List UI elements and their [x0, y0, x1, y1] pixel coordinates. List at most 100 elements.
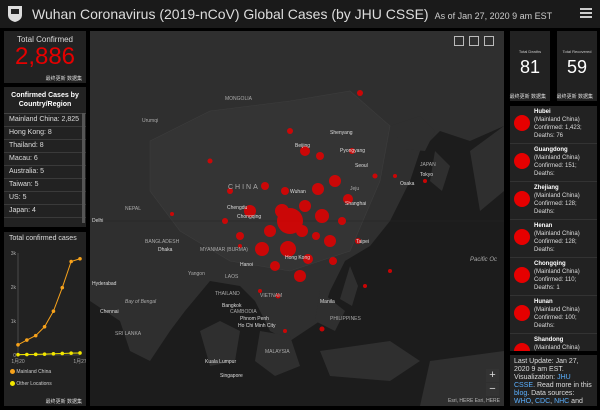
province-deaths: Deaths: 1	[534, 285, 560, 291]
province-item[interactable]: Henan (Mainland China) Confirmed: 128; D…	[510, 220, 597, 258]
legend-item-mainland: Mainland China	[10, 369, 51, 375]
data-point[interactable]	[60, 351, 65, 356]
province-region: (Mainland China)	[534, 117, 580, 123]
total-panel-links[interactable]: 最终更新 数据集	[46, 75, 82, 82]
province-name: Henan	[534, 223, 553, 229]
data-point[interactable]	[42, 352, 47, 356]
nhc-link[interactable]: NHC	[554, 398, 569, 405]
province-text: Chongqing (Mainland China) Confirmed: 11…	[534, 260, 594, 292]
province-confirmed: Confirmed: 151;	[534, 163, 577, 169]
chart-title: Total confirmed cases	[9, 235, 77, 242]
deaths-panel-links[interactable]: 最终更新 数据集	[510, 93, 546, 100]
data-point[interactable]	[33, 333, 38, 338]
zoom-out-button[interactable]: −	[486, 383, 499, 396]
province-region: (Mainland China)	[534, 193, 580, 199]
province-deaths: Deaths: 76	[534, 133, 564, 139]
x-tick-label: 1月27	[73, 359, 86, 365]
basemap-grid-icon[interactable]	[484, 36, 494, 46]
data-point[interactable]	[78, 256, 82, 261]
province-item[interactable]: Guangdong (Mainland China) Confirmed: 15…	[510, 144, 597, 182]
case-dot-icon	[514, 191, 530, 207]
total-deaths-panel: Total Deaths 81 最终更新 数据集	[510, 31, 550, 101]
province-region: (Mainland China)	[534, 231, 580, 237]
bookmark-icon[interactable]	[454, 36, 464, 46]
province-text: Hubei (Mainland China) Confirmed: 1,423;…	[534, 108, 594, 140]
province-text: Hunan (Mainland China) Confirmed: 100; D…	[534, 298, 594, 330]
case-dot-icon	[514, 115, 530, 131]
data-point[interactable]	[78, 351, 82, 355]
province-item[interactable]: Zhejiang (Mainland China) Confirmed: 128…	[510, 182, 597, 220]
as-of-date: As of Jan 27, 2020 9 am EST	[434, 10, 553, 21]
data-point[interactable]	[16, 352, 20, 357]
and-text: and	[569, 398, 583, 405]
legend-label: Other Locations	[16, 381, 52, 387]
blog-link[interactable]: blog	[514, 390, 527, 397]
province-item[interactable]: Hubei (Mainland China) Confirmed: 1,423;…	[510, 106, 597, 144]
region-row[interactable]: Mainland China: 2,825	[4, 114, 86, 127]
province-text: Shandong (Mainland China)	[534, 336, 594, 351]
region-row[interactable]: Thailand: 8	[4, 140, 86, 153]
legend-dot-icon	[10, 369, 15, 375]
case-dot-icon	[514, 229, 530, 245]
y-tick-label: 2k	[11, 285, 17, 291]
province-item[interactable]: Hunan (Mainland China) Confirmed: 100; D…	[510, 296, 597, 334]
data-point[interactable]	[33, 352, 38, 357]
confirmed-chart-panel: Total confirmed cases 0 1k 2k 3k 1月20 1月27 Ma…	[4, 232, 87, 406]
data-point[interactable]	[16, 343, 20, 347]
data-point[interactable]	[51, 309, 56, 313]
world-map[interactable]: MONGOLIA Urumqi Beijing Shenyang Pyongya…	[90, 31, 504, 406]
province-item[interactable]: Shandong (Mainland China)	[510, 334, 597, 351]
province-text: Henan (Mainland China) Confirmed: 128; D…	[534, 222, 594, 254]
list-icon[interactable]	[469, 36, 479, 46]
data-point[interactable]	[25, 352, 29, 357]
jhu-shield-icon	[8, 6, 22, 22]
region-row[interactable]: Australia: 5	[4, 166, 86, 179]
data-point[interactable]	[69, 259, 73, 264]
region-row[interactable]: Taiwan: 5	[4, 179, 86, 192]
region-row[interactable]: Macau: 6	[4, 153, 86, 166]
data-point[interactable]	[69, 351, 73, 355]
case-dot-icon	[514, 305, 530, 321]
data-point[interactable]	[42, 324, 47, 329]
who-link[interactable]: WHO	[514, 398, 531, 405]
region-row[interactable]: US: 5	[4, 192, 86, 205]
visualization-label: Visualization:	[514, 374, 558, 381]
province-deaths: Deaths:	[534, 209, 555, 215]
series-line	[17, 258, 81, 346]
province-deaths: Deaths:	[534, 323, 555, 329]
region-list-scrollbar[interactable]	[82, 113, 85, 223]
province-confirmed: Confirmed: 1,423;	[534, 125, 582, 131]
cdc-link[interactable]: CDC	[535, 398, 550, 405]
read-more-text: . Read more in this	[533, 382, 592, 389]
province-region: (Mainland China)	[534, 155, 580, 161]
province-confirmed: Confirmed: 110;	[534, 277, 577, 283]
province-confirmed: Confirmed: 100;	[534, 315, 577, 321]
total-recovered-label: Total Recovered	[562, 49, 592, 54]
province-name: Chongqing	[534, 261, 566, 267]
region-row[interactable]: Hong Kong: 8	[4, 127, 86, 140]
province-name: Hubei	[534, 109, 551, 115]
province-region: (Mainland China)	[534, 307, 580, 313]
data-point[interactable]	[25, 338, 29, 342]
total-confirmed-panel: Total Confirmed 2,886 最终更新 数据集	[4, 31, 86, 83]
data-point[interactable]	[51, 352, 56, 356]
province-region: (Mainland China)	[534, 269, 580, 275]
confirmed-cases-chart: 01k2k3k1月20 1月27	[11, 251, 87, 365]
recovered-panel-links[interactable]: 最终更新 数据集	[557, 93, 593, 100]
province-deaths: Deaths:	[534, 247, 555, 253]
province-list: Hubei (Mainland China) Confirmed: 1,423;…	[510, 106, 597, 351]
last-update-panel: Last Update: Jan 27, 2020 9 am EST. Visu…	[510, 355, 597, 406]
total-recovered-value: 59	[566, 57, 588, 77]
province-name: Guangdong	[534, 147, 568, 153]
province-text: Zhejiang (Mainland China) Confirmed: 128…	[534, 184, 594, 216]
province-name: Zhejiang	[534, 185, 559, 191]
hamburger-menu-icon[interactable]	[580, 6, 592, 20]
province-item[interactable]: Chongqing (Mainland China) Confirmed: 11…	[510, 258, 597, 296]
chart-panel-links[interactable]: 最终更新 数据集	[46, 398, 82, 405]
region-row[interactable]: Japan: 4	[4, 205, 86, 218]
map-attribution: Esri, HERE Esri, HERE	[448, 398, 500, 404]
legend-item-other: Other Locations	[10, 381, 52, 387]
case-dot-icon	[514, 153, 530, 169]
data-point[interactable]	[60, 285, 65, 290]
zoom-in-button[interactable]: +	[486, 369, 499, 382]
